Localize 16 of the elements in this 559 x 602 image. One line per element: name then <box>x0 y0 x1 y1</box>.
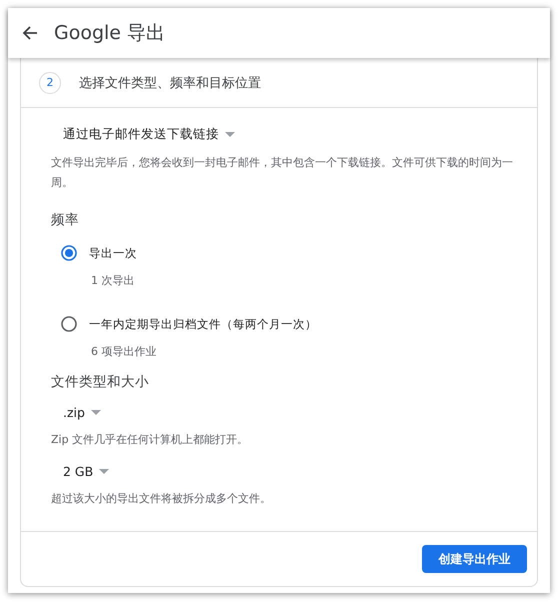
delivery-method-dropdown[interactable]: 通过电子邮件发送下载链接 <box>51 122 247 147</box>
option-detail: 6 项导出作业 <box>90 344 158 359</box>
delivery-description: 文件导出完毕后，您将会收到一封电子邮件，其中包含一个下载链接。文件可供下载的时间为一周。 <box>51 155 514 191</box>
file-size-dropdown[interactable]: 2 GB <box>51 460 122 483</box>
create-export-button[interactable]: 创建导出作业 <box>422 545 527 573</box>
page-title: Google 导出 <box>54 21 166 46</box>
option-detail: 1 次导出 <box>90 273 136 288</box>
file-type-heading: 文件类型和大小 <box>51 373 150 391</box>
step-title: 选择文件类型、频率和目标位置 <box>79 74 261 92</box>
step-number-badge: 2 <box>39 72 61 94</box>
file-type-description: Zip 文件几乎在任何计算机上都能打开。 <box>51 432 250 448</box>
frequency-heading: 频率 <box>51 211 80 229</box>
radio-label: 一年内定期导出归档文件（每两个月一次） <box>89 316 317 332</box>
file-size-description: 超过该大小的导出文件将被拆分成多个文件。 <box>51 491 272 507</box>
radio-label: 导出一次 <box>89 246 137 260</box>
file-type-dropdown[interactable]: .zip <box>51 401 113 424</box>
